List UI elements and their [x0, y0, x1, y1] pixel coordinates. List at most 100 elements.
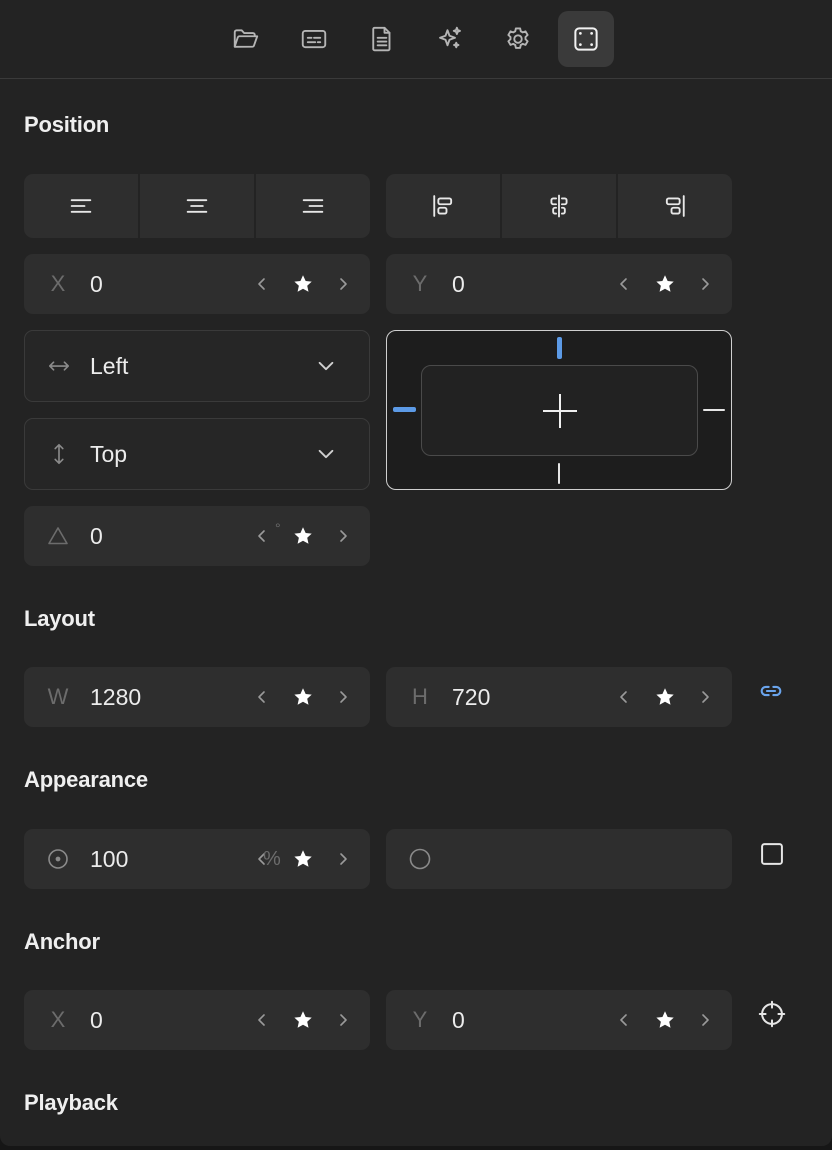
chevron-left-icon	[258, 278, 265, 290]
tab-captions[interactable]	[286, 11, 342, 67]
horizontal-align-group	[24, 174, 370, 238]
anchor-y-value[interactable]: 0	[452, 990, 465, 1050]
anchor-y-field[interactable]: Y 0	[386, 990, 732, 1050]
tab-document[interactable]	[354, 11, 410, 67]
panel-toolbar	[0, 0, 832, 79]
tab-files[interactable]	[218, 11, 274, 67]
anchor-right-handle[interactable]	[703, 409, 725, 411]
triangle-icon	[46, 506, 70, 566]
align-middle-button[interactable]	[502, 174, 616, 238]
plus-icon	[543, 394, 577, 428]
increment-button[interactable]	[332, 990, 354, 1050]
gear-icon	[507, 27, 529, 49]
link-icon	[760, 685, 782, 697]
anchor-top-handle[interactable]	[557, 337, 562, 359]
anchor-left-handle[interactable]	[393, 407, 416, 412]
increment-button[interactable]	[332, 829, 354, 889]
align-bottom-icon	[665, 195, 685, 217]
height-value[interactable]: 720	[452, 667, 490, 727]
align-right-icon	[302, 199, 324, 213]
tab-transform[interactable]	[558, 11, 614, 67]
crosshair-icon	[758, 1000, 786, 1028]
chevron-right-icon	[340, 691, 347, 703]
keyframe-button[interactable]	[289, 829, 317, 889]
decrement-button[interactable]	[251, 990, 273, 1050]
anchor-target-button[interactable]	[757, 999, 787, 1029]
increment-button[interactable]	[332, 506, 354, 566]
folder-open-icon	[233, 29, 259, 48]
layout-section-title: Layout	[24, 606, 95, 631]
keyframe-button[interactable]	[651, 990, 679, 1050]
anchor-bottom-handle[interactable]	[558, 463, 560, 484]
position-y-field[interactable]: Y 0	[386, 254, 732, 314]
decrement-button[interactable]	[613, 990, 635, 1050]
width-value[interactable]: 1280	[90, 667, 141, 727]
sparkles-icon	[439, 26, 461, 49]
height-field[interactable]: H 720	[386, 667, 732, 727]
playback-section-title: Playback	[24, 1090, 118, 1115]
blend-mode-field[interactable]	[386, 829, 732, 889]
circle-icon	[408, 829, 432, 889]
keyframe-button[interactable]	[651, 667, 679, 727]
align-vertical-center-icon	[550, 194, 568, 218]
tab-settings[interactable]	[490, 11, 546, 67]
increment-button[interactable]	[332, 254, 354, 314]
rotation-field[interactable]: 0 °	[24, 506, 370, 566]
width-label: W	[47, 684, 69, 709]
keyframe-button[interactable]	[289, 254, 317, 314]
anchor-section-title: Anchor	[24, 929, 100, 954]
increment-button[interactable]	[694, 254, 716, 314]
chevron-right-icon	[340, 853, 347, 865]
star-icon	[294, 275, 312, 292]
anchor-x-value[interactable]: 0	[90, 990, 103, 1050]
increment-button[interactable]	[694, 667, 716, 727]
chevron-left-icon	[620, 691, 627, 703]
increment-button[interactable]	[694, 990, 716, 1050]
y-label: Y	[412, 1007, 428, 1032]
vertical-anchor-dropdown[interactable]: Top	[24, 418, 370, 490]
anchor-x-field[interactable]: X 0	[24, 990, 370, 1050]
keyframe-button[interactable]	[289, 667, 317, 727]
align-top-button[interactable]	[386, 174, 500, 238]
star-icon	[656, 1011, 674, 1028]
vertical-align-group	[386, 174, 732, 238]
link-dimensions-button[interactable]	[756, 676, 786, 706]
position-y-value[interactable]: 0	[452, 254, 465, 314]
tab-effects[interactable]	[422, 11, 478, 67]
star-icon	[656, 275, 674, 292]
increment-button[interactable]	[332, 667, 354, 727]
caption-icon	[301, 29, 327, 49]
opacity-unit: %	[263, 847, 281, 870]
align-bottom-button[interactable]	[618, 174, 732, 238]
align-top-icon	[433, 195, 453, 217]
document-icon	[372, 26, 391, 52]
opacity-value[interactable]: 100	[90, 829, 128, 889]
chevron-right-icon	[702, 691, 709, 703]
decrement-button[interactable]	[251, 667, 273, 727]
align-center-icon	[186, 199, 208, 213]
appearance-toggle-button[interactable]	[757, 839, 787, 869]
position-x-field[interactable]: X 0	[24, 254, 370, 314]
decrement-button[interactable]	[613, 667, 635, 727]
star-icon	[294, 688, 312, 705]
chevron-left-icon	[258, 691, 265, 703]
position-x-value[interactable]: 0	[90, 254, 103, 314]
decrement-button[interactable]	[251, 254, 273, 314]
anchor-center-area[interactable]	[421, 365, 698, 456]
keyframe-button[interactable]	[651, 254, 679, 314]
chevron-right-icon	[340, 1014, 347, 1026]
star-icon	[294, 1011, 312, 1028]
opacity-field[interactable]: 100 %	[24, 829, 370, 889]
align-left-button[interactable]	[24, 174, 138, 238]
align-center-button[interactable]	[140, 174, 254, 238]
opacity-icon	[46, 829, 70, 889]
width-field[interactable]: W 1280	[24, 667, 370, 727]
keyframe-button[interactable]	[289, 506, 317, 566]
align-right-button[interactable]	[256, 174, 370, 238]
horizontal-anchor-dropdown[interactable]: Left	[24, 330, 370, 402]
decrement-button[interactable]	[251, 506, 273, 566]
frame-icon	[574, 27, 598, 51]
keyframe-button[interactable]	[289, 990, 317, 1050]
rotation-value[interactable]: 0	[90, 506, 103, 566]
decrement-button[interactable]	[613, 254, 635, 314]
